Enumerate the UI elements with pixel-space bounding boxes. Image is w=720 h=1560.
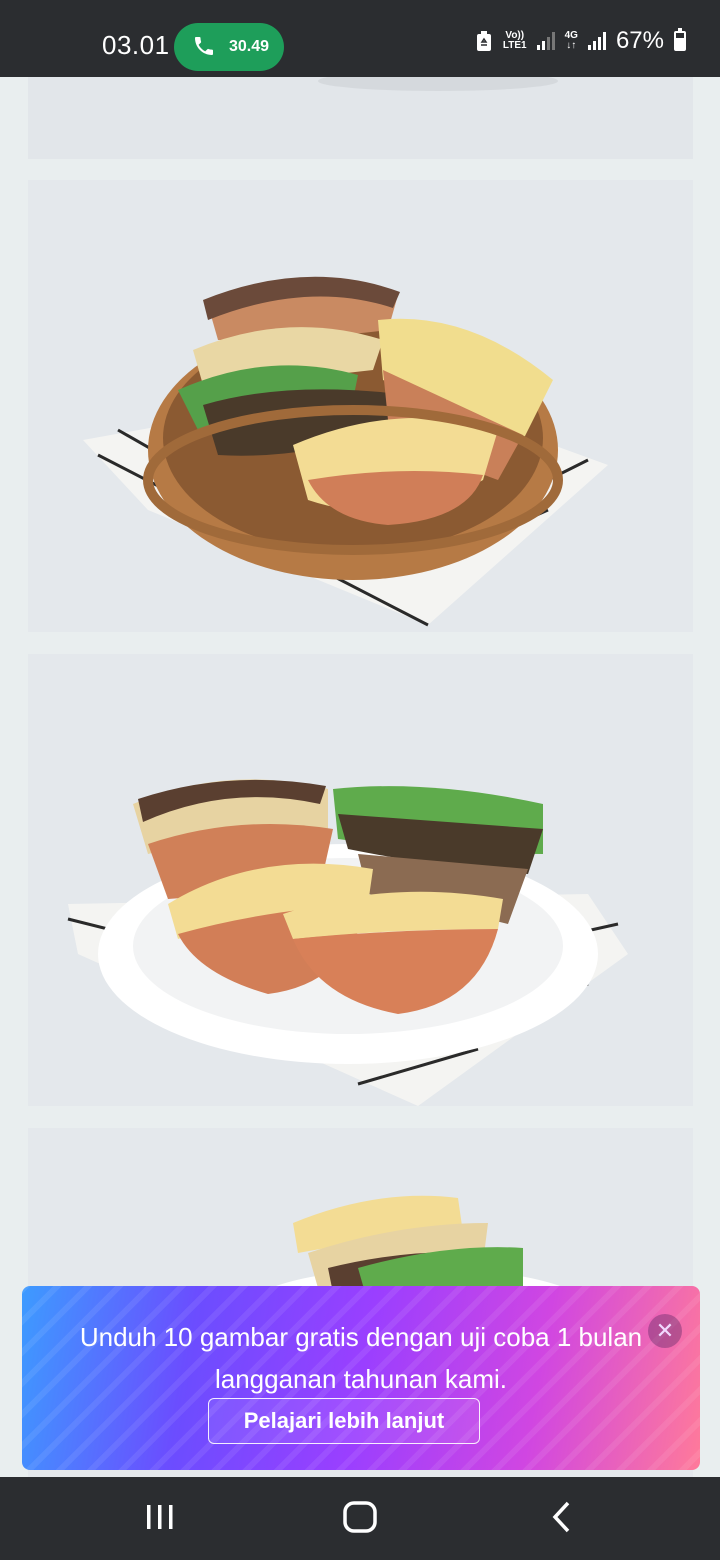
lte-label: LTE1: [502, 40, 527, 51]
battery-icon: [674, 28, 686, 51]
gallery-image-2[interactable]: [28, 180, 693, 632]
signal-strength-2-icon: [587, 32, 606, 50]
network-4g-indicator: 4G ↓↑: [565, 31, 578, 51]
phone-icon: [195, 37, 213, 55]
recycle-notification-icon: [476, 31, 491, 51]
volte-indicator: Vo)) LTE1: [503, 31, 527, 51]
status-bar: 03.01 30.49 Vo)) LTE1 4G ↓↑ 67%: [0, 0, 720, 77]
gallery-image-1[interactable]: [28, 77, 693, 159]
status-time: 03.01: [102, 30, 170, 60]
recent-apps-icon[interactable]: [144, 1497, 176, 1537]
data-arrows-label: ↓↑: [566, 40, 577, 51]
ongoing-call-pill[interactable]: 30.49: [174, 23, 284, 71]
cake-plate-photo: [28, 654, 693, 1106]
promo-banner: Unduh 10 gambar gratis dengan uji coba 1…: [22, 1286, 700, 1470]
learn-more-button[interactable]: Pelajari lebih lanjut: [208, 1398, 480, 1444]
navigation-bar: [0, 1477, 720, 1560]
cake-basket-photo: [28, 180, 693, 632]
status-icons: Vo)) LTE1 4G ↓↑ 67%: [475, 26, 686, 56]
cake-photo-partial: [28, 77, 693, 159]
signal-strength-1-icon: [536, 32, 555, 50]
gallery-image-3[interactable]: [28, 654, 693, 1106]
back-icon[interactable]: [548, 1497, 576, 1537]
battery-percent: 67%: [615, 27, 664, 54]
call-duration: 30.49: [229, 38, 270, 55]
close-icon[interactable]: ✕: [648, 1314, 682, 1348]
promo-message: Unduh 10 gambar gratis dengan uji coba 1…: [79, 1322, 643, 1394]
home-icon[interactable]: [341, 1497, 379, 1537]
